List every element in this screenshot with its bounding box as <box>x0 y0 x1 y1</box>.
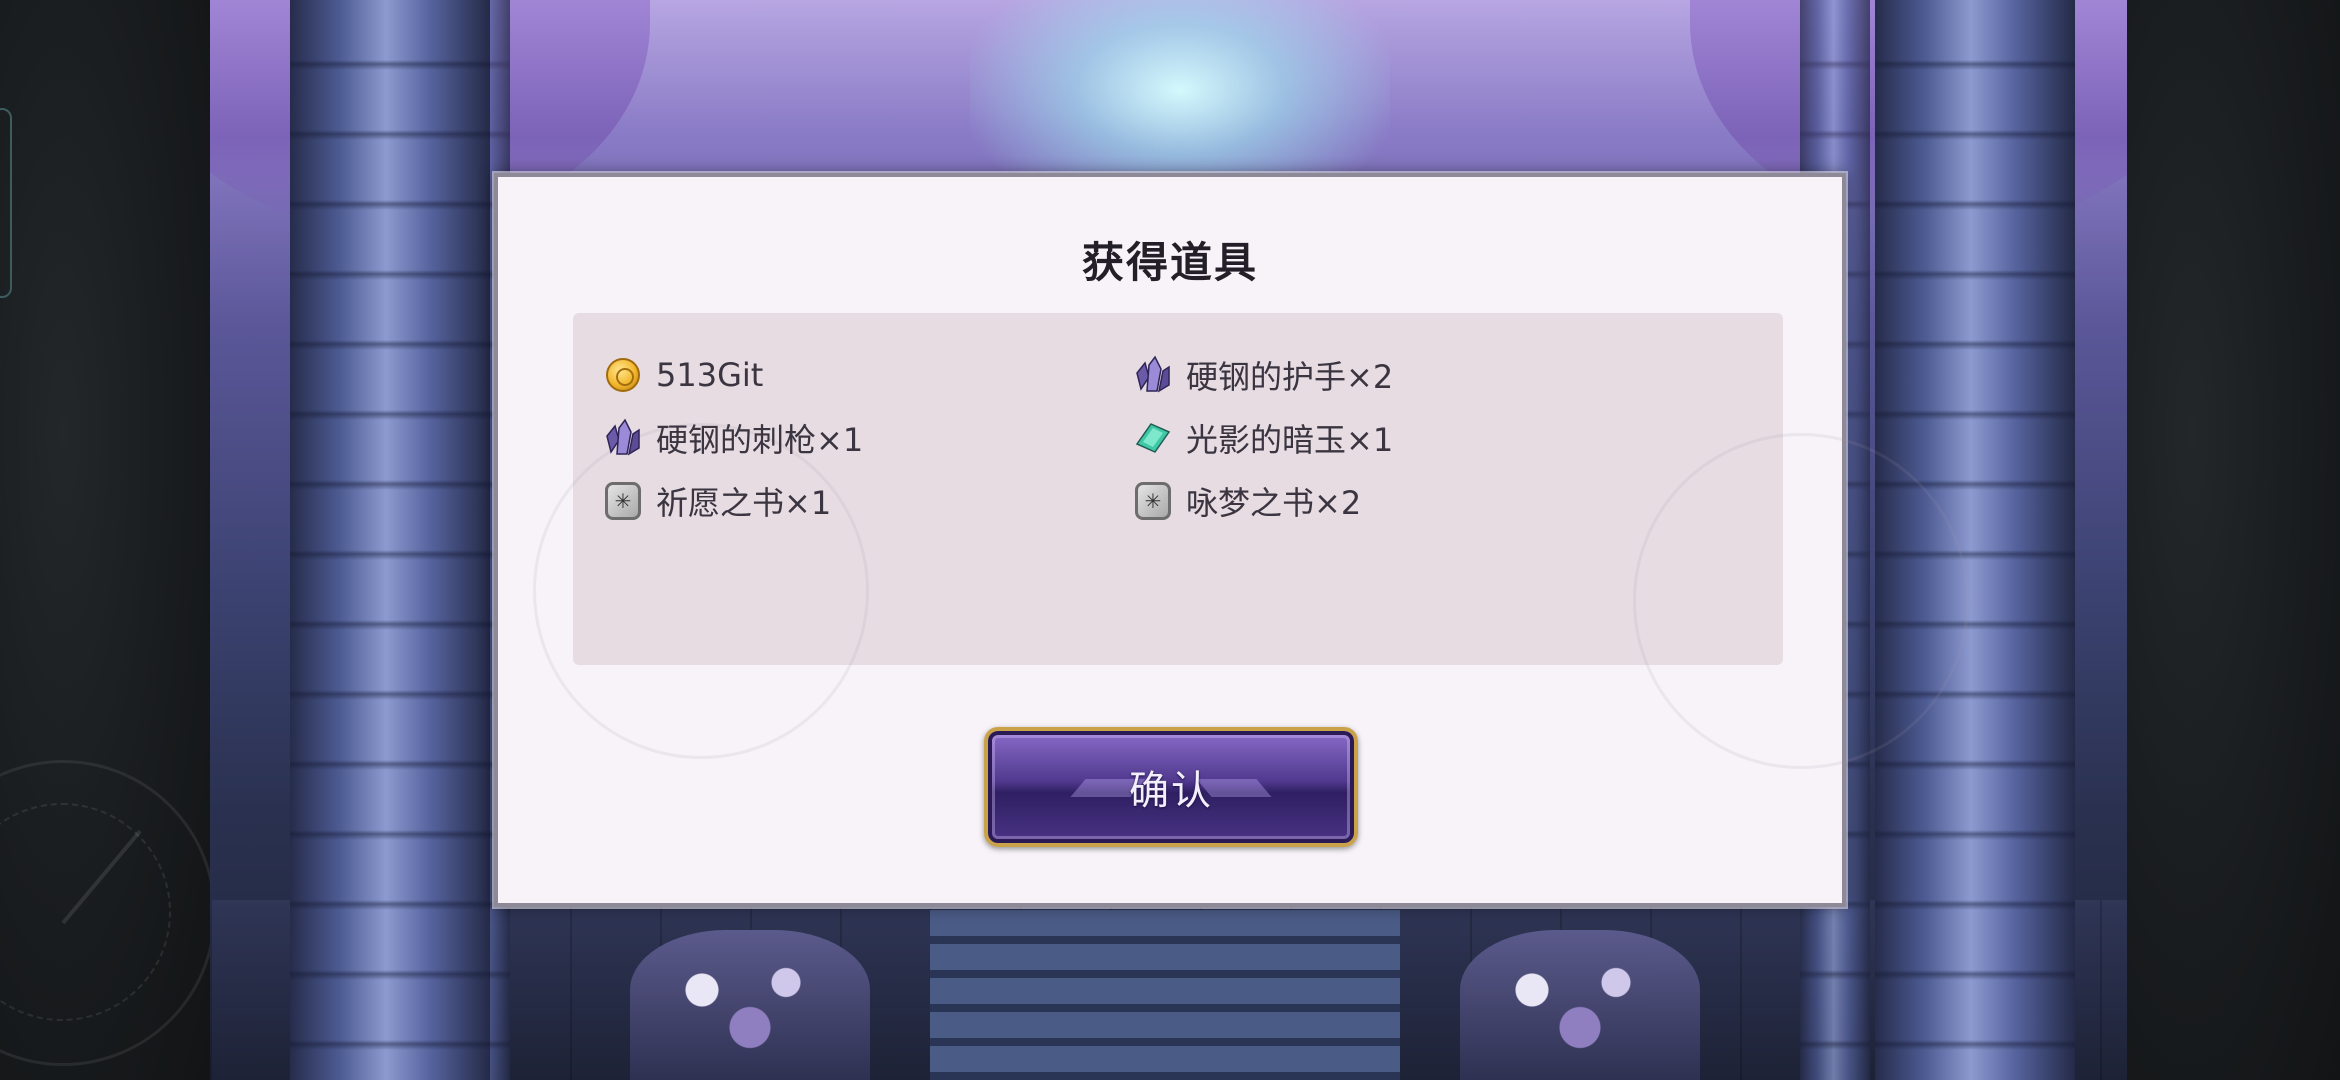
gold-coin-icon <box>603 355 643 395</box>
flower-vase <box>630 930 870 1080</box>
list-item: 硬钢的护手×2 <box>1133 353 1393 397</box>
item-label: 咏梦之书×2 <box>1186 484 1362 522</box>
green-gem-icon <box>1133 418 1173 458</box>
book-icon: ✳ <box>603 481 643 521</box>
purple-crystal-icon <box>603 418 643 458</box>
clock-decoration <box>1633 433 1969 769</box>
item-label: 硬钢的护手×2 <box>1186 358 1394 396</box>
left-side-panel <box>0 0 216 1080</box>
clock-decoration <box>0 760 216 1066</box>
purple-crystal-icon <box>1133 355 1173 395</box>
list-item: 光影的暗玉×1 <box>1133 416 1393 460</box>
list-item: 513Git <box>603 353 763 397</box>
flower-vase <box>1460 930 1700 1080</box>
book-icon: ✳ <box>1133 481 1173 521</box>
item-label: 513Git <box>656 356 764 394</box>
obtained-items-dialog: 获得道具 513Git 硬钢的护手×2 硬钢的刺枪×1 光影的暗玉×1 ✳ 祈愿… <box>492 171 1969 909</box>
item-label: 祈愿之书×1 <box>656 484 832 522</box>
confirm-button[interactable]: 确认 <box>984 727 1358 847</box>
item-list-panel: 513Git 硬钢的护手×2 硬钢的刺枪×1 光影的暗玉×1 ✳ 祈愿之书×1 … <box>533 313 1969 769</box>
list-item: 硬钢的刺枪×1 <box>603 416 863 460</box>
confirm-button-label: 确认 <box>1129 768 1213 814</box>
right-side-panel <box>2127 0 2340 1080</box>
item-label: 光影的暗玉×1 <box>1186 421 1394 459</box>
clock-decoration <box>533 423 869 759</box>
list-item: ✳ 咏梦之书×2 <box>1133 479 1361 523</box>
side-tab-handle[interactable] <box>0 108 12 298</box>
dialog-title: 获得道具 <box>1081 238 1258 287</box>
pillar <box>290 0 490 1080</box>
stairs <box>930 910 1400 1080</box>
list-item: ✳ 祈愿之书×1 <box>603 479 831 523</box>
item-label: 硬钢的刺枪×1 <box>656 421 864 459</box>
